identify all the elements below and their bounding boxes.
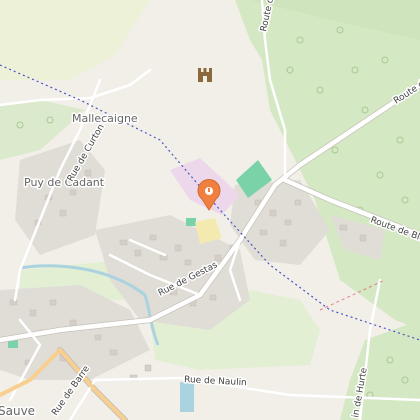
sports-field bbox=[186, 218, 196, 226]
place-label-mallecaigne: Mallecaigne bbox=[72, 112, 138, 125]
place-label-puy-de-cadant: Puy de Cadant bbox=[24, 176, 105, 189]
pond bbox=[180, 382, 194, 412]
place-label-sauve: Sauve bbox=[0, 404, 35, 418]
castle-icon[interactable] bbox=[198, 68, 212, 82]
map-view[interactable]: Mallecaigne Puy de Cadant Sauve Rue de G… bbox=[0, 0, 420, 420]
map-canvas: Mallecaigne Puy de Cadant Sauve Rue de G… bbox=[0, 0, 420, 420]
